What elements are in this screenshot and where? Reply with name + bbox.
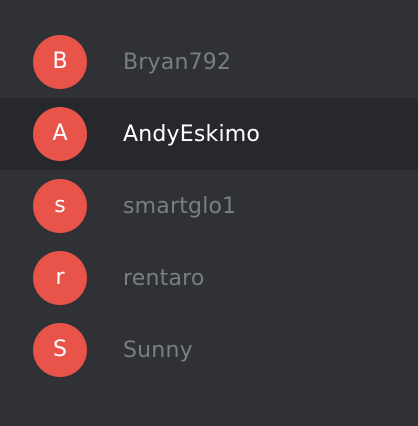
user-row-rentaro[interactable]: r rentaro — [0, 242, 418, 314]
user-name: rentaro — [123, 265, 205, 291]
user-avatar: B — [33, 35, 87, 89]
user-row-smartglo1[interactable]: s smartglo1 — [0, 170, 418, 242]
user-name: smartglo1 — [123, 193, 237, 219]
user-list: B Bryan792 A AndyEskimo s smartglo1 r re… — [0, 0, 418, 426]
user-row-sunny[interactable]: S Sunny — [0, 314, 418, 386]
user-row-andyeskimo[interactable]: A AndyEskimo — [0, 98, 418, 170]
user-avatar: S — [33, 323, 87, 377]
user-avatar: r — [33, 251, 87, 305]
user-avatar: s — [33, 179, 87, 233]
user-name: Sunny — [123, 337, 193, 363]
user-avatar: A — [33, 107, 87, 161]
user-row-bryan792[interactable]: B Bryan792 — [0, 26, 418, 98]
user-name: AndyEskimo — [123, 121, 261, 147]
user-name: Bryan792 — [123, 49, 232, 75]
